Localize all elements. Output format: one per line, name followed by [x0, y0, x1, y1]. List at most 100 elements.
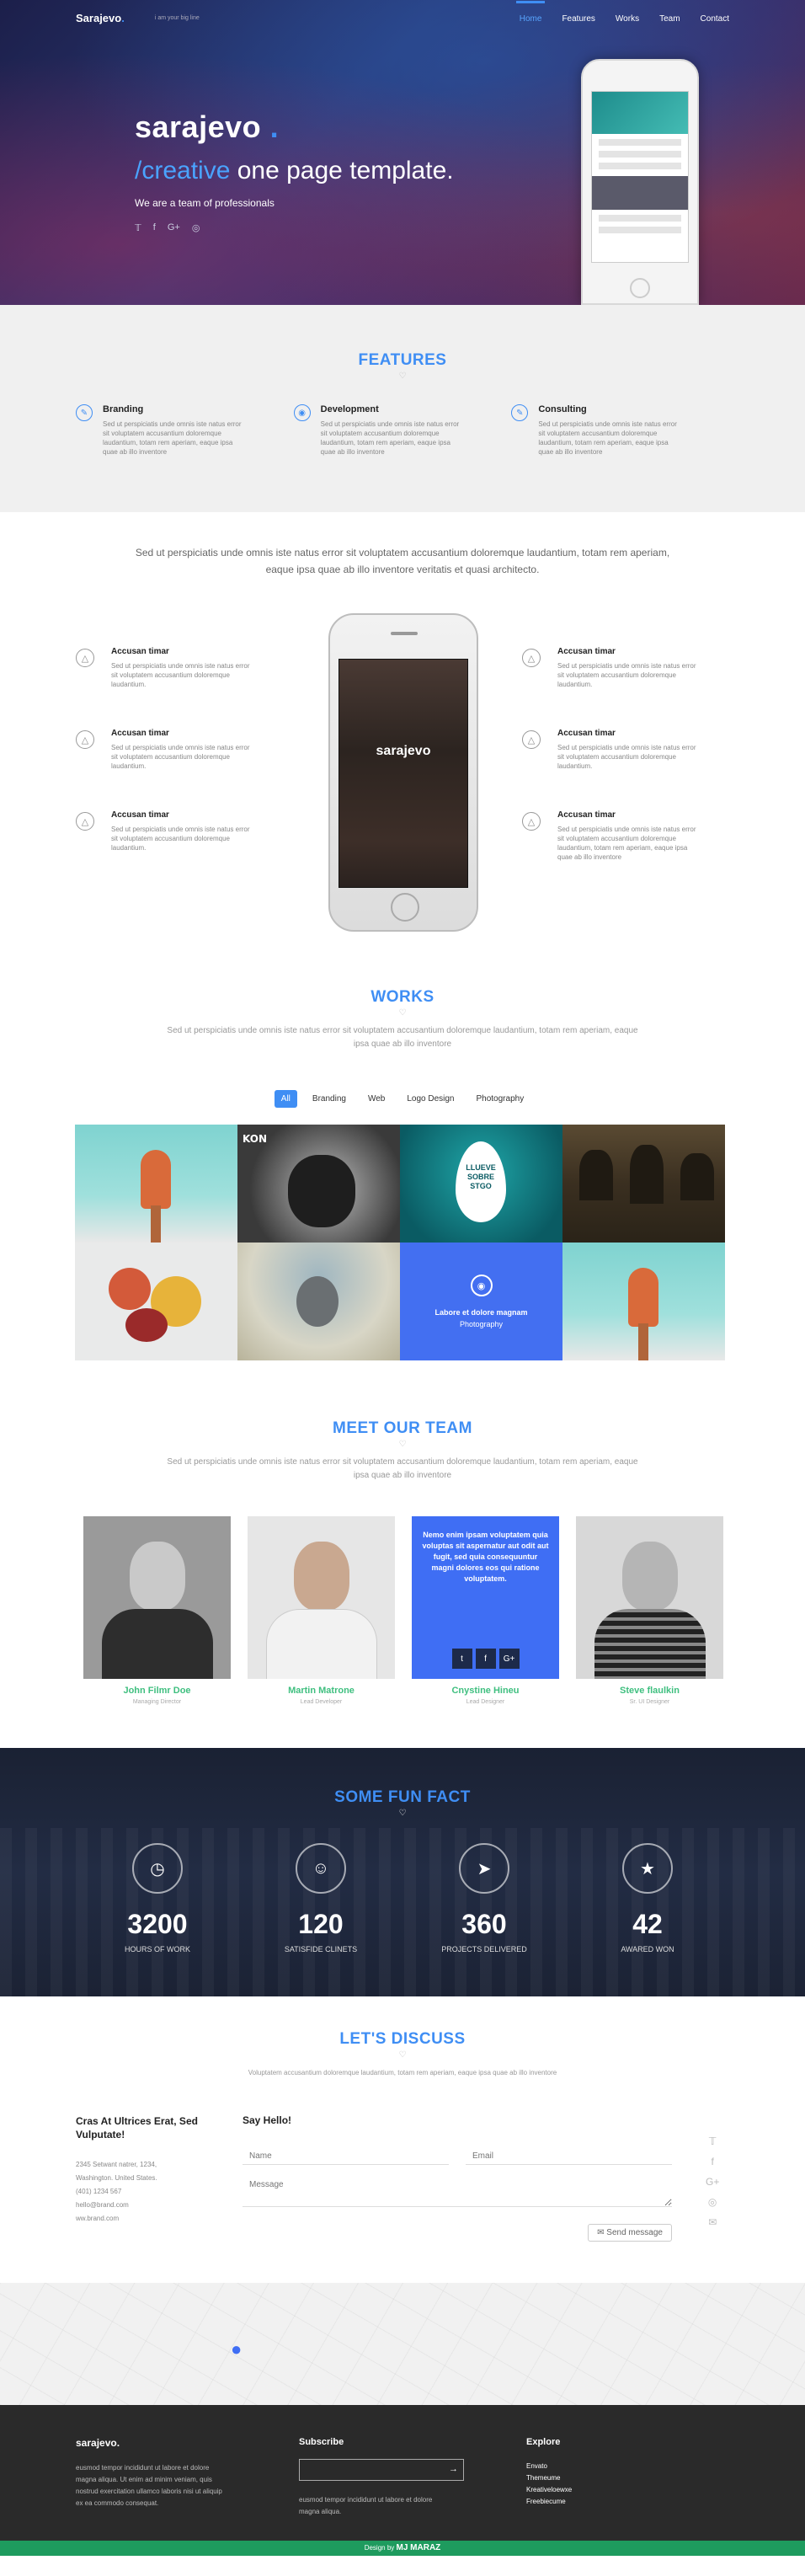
website-link[interactable]: ww.brand.com [76, 2215, 119, 2222]
twitter-icon[interactable]: 𝕋 [135, 222, 141, 233]
facebook-icon[interactable]: f [153, 222, 156, 233]
message-input[interactable] [243, 2177, 672, 2207]
portfolio-filters: All Branding Web Logo Design Photography [0, 1090, 805, 1108]
portfolio-hover-overlay[interactable]: ◉ Labore et dolore magnam Photography [400, 1243, 562, 1360]
nav-tagline: i am your big line [154, 14, 200, 21]
portfolio-item[interactable] [75, 1243, 237, 1360]
footer-brand: sarajevo. [76, 2437, 120, 2449]
mail-icon[interactable]: ✉ [706, 2216, 719, 2228]
hero-tagline: We are a team of professionals [135, 197, 275, 209]
compass-icon: △ [76, 649, 94, 667]
member-photo [83, 1516, 231, 1679]
team-member[interactable]: John Filmr Doe Managing Director [83, 1516, 231, 1705]
filter-all[interactable]: All [274, 1090, 297, 1108]
fact-label: SATISFIDE CLINETS [284, 1945, 358, 1953]
eye-icon[interactable]: ◉ [470, 1275, 493, 1296]
portfolio-item[interactable] [562, 1125, 725, 1243]
portfolio-item[interactable]: LLUEVE SOBRE STGO [400, 1125, 562, 1243]
filter-branding[interactable]: Branding [306, 1090, 353, 1108]
service-text: Sed ut perspiciatis unde omnis iste natu… [557, 744, 696, 770]
form-title: Say Hello! [243, 2114, 292, 2126]
phone-screen: sarajevo [339, 659, 468, 888]
portfolio-item[interactable]: KON [237, 1125, 400, 1243]
email-link[interactable]: hello@brand.com [76, 2201, 129, 2209]
iphone-mockup: sarajevo [328, 613, 478, 932]
footer-link[interactable]: Envato [526, 2461, 572, 2472]
facts-title: SOME FUN FACT [334, 1788, 471, 1806]
dribbble-icon[interactable]: ◎ [192, 222, 200, 233]
compass-icon: △ [522, 812, 541, 831]
tile-drop-text: LLUEVE SOBRE STGO [466, 1163, 496, 1190]
heart-icon: ♡ [398, 371, 407, 381]
footer-explore: Explore Envato Themeume Kreativeloewxe F… [526, 2437, 572, 2508]
service-item: △ Accusan timar Sed ut perspiciatis unde o… [522, 810, 707, 892]
credit-bar: Design by MJ MARAZ [0, 2541, 805, 2556]
works-subtitle: Sed ut perspiciatis unde omnis iste natu… [167, 1026, 638, 1049]
portfolio-item[interactable] [237, 1243, 400, 1360]
portfolio-item[interactable] [562, 1243, 725, 1360]
heart-icon: ♡ [398, 2050, 407, 2060]
contact-section: LET'S DISCUSS ♡ Voluptatem accusantium d… [0, 1996, 805, 2283]
menu-item-features[interactable]: Features [562, 1, 594, 35]
footer-subscribe: Subscribe → eusmod tempor incididunt ut … [299, 2437, 464, 2518]
menu-item-contact[interactable]: Contact [701, 1, 729, 35]
google-plus-icon[interactable]: G+ [706, 2176, 719, 2188]
feature-development: ◉ Development Sed ut perspiciatis unde om… [293, 404, 512, 457]
member-role: Sr. UI Designer [629, 1699, 670, 1705]
map-pin-icon[interactable]: ● [231, 2338, 242, 2360]
send-message-button[interactable]: ✉ Send message [588, 2224, 672, 2242]
service-text: Sed ut perspiciatis unde omnis iste natu… [111, 744, 250, 770]
member-name: Steve flaulkin [620, 1686, 680, 1696]
explore-title: Explore [526, 2437, 561, 2447]
credit-name[interactable]: MJ MARAZ [397, 2543, 441, 2552]
google-plus-icon[interactable]: G+ [168, 222, 180, 233]
service-title: Accusan timar [111, 647, 169, 656]
works-title: WORKS [371, 988, 434, 1006]
brand-logo[interactable]: Sarajevo. [76, 12, 125, 24]
dribbble-icon[interactable]: ◎ [706, 2196, 719, 2208]
fact-number: 42 [632, 1909, 663, 1939]
contact-address: Cras At Ultrices Erat, Sed Vulputate! 23… [76, 2114, 211, 2226]
team-subtitle: Sed ut perspiciatis unde omnis iste natu… [167, 1457, 638, 1480]
service-title: Accusan timar [111, 810, 169, 820]
feature-title: Consulting [538, 404, 587, 414]
filter-logo-design[interactable]: Logo Design [400, 1090, 461, 1108]
portfolio-item[interactable] [75, 1125, 237, 1243]
location-map[interactable]: ● [0, 2283, 805, 2405]
hero-phone-mockup [581, 59, 699, 305]
service-item: △ Accusan timar Sed ut perspiciatis unde o… [522, 729, 707, 810]
service-item: △ Accusan timar Sed ut perspiciatis unde o… [76, 810, 261, 892]
portfolio-item[interactable]: ◉ Labore et dolore magnam Photography [400, 1243, 562, 1360]
facebook-icon[interactable]: f [475, 1649, 496, 1669]
compass-icon: △ [522, 649, 541, 667]
menu-item-team[interactable]: Team [659, 1, 680, 35]
footer-link[interactable]: Freebiecume [526, 2496, 572, 2508]
phone-home-button [630, 278, 650, 298]
fact-number: 3200 [127, 1909, 188, 1939]
arrow-right-icon[interactable]: → [449, 2464, 458, 2474]
filter-photography[interactable]: Photography [469, 1090, 530, 1108]
name-input[interactable] [243, 2148, 449, 2165]
phone-screen-title: sarajevo [376, 744, 431, 758]
member-photo-hover[interactable]: Nemo enim ipsam voluptatem quia voluptas… [412, 1516, 559, 1679]
compass-icon: △ [76, 730, 94, 749]
footer-link[interactable]: Themeume [526, 2472, 572, 2484]
team-member[interactable]: Steve flaulkin Sr. UI Designer [576, 1516, 723, 1705]
google-plus-icon[interactable]: G+ [498, 1649, 520, 1669]
footer-about-text: eusmod tempor incididunt ut labore et do… [76, 2464, 222, 2507]
footer-about: sarajevo. eusmod tempor incididunt ut la… [76, 2437, 227, 2509]
service-title: Accusan timar [557, 729, 616, 738]
facebook-icon[interactable]: f [706, 2156, 719, 2167]
hero-subtitle: /creative one page template. [135, 157, 454, 184]
fact-number: 360 [461, 1909, 507, 1939]
subscribe-input[interactable]: → [299, 2459, 464, 2481]
footer-link[interactable]: Kreativeloewxe [526, 2484, 572, 2496]
team-member[interactable]: Nemo enim ipsam voluptatem quia voluptas… [412, 1516, 559, 1705]
twitter-icon[interactable]: 𝕋 [706, 2135, 719, 2147]
team-member[interactable]: Martin Matrone Lead Developer [248, 1516, 395, 1705]
menu-item-works[interactable]: Works [616, 1, 639, 35]
filter-web[interactable]: Web [361, 1090, 392, 1108]
email-input[interactable] [466, 2148, 672, 2165]
menu-item-home[interactable]: Home [515, 0, 546, 35]
twitter-icon[interactable]: t [451, 1649, 472, 1669]
